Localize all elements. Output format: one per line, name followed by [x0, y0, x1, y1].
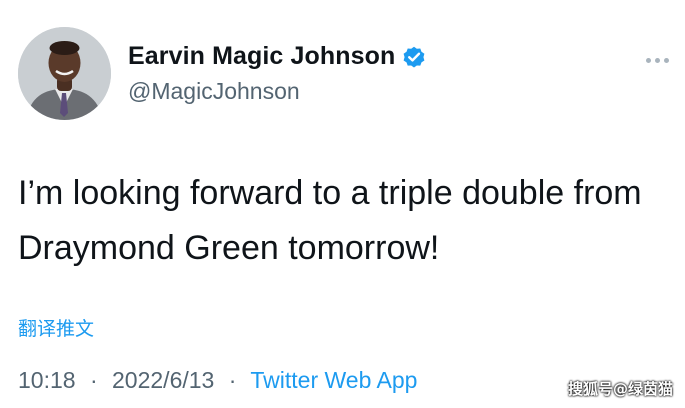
author-display-name[interactable]: Earvin Magic Johnson	[128, 42, 395, 71]
meta-separator: ·	[89, 367, 98, 393]
more-dot	[646, 57, 651, 63]
more-dot	[655, 57, 660, 63]
avatar-image	[18, 27, 111, 120]
watermark: 搜狐号@绿茵猫	[567, 380, 673, 398]
meta-separator: ·	[228, 367, 237, 393]
author-handle[interactable]: @MagicJohnson	[128, 78, 300, 105]
verified-badge-icon	[401, 44, 427, 70]
avatar[interactable]	[18, 27, 111, 120]
tweet-meta: 10:18 · 2022/6/13 · Twitter Web App	[18, 367, 417, 394]
translate-tweet-link[interactable]: 翻译推文	[18, 314, 94, 341]
tweet-time[interactable]: 10:18	[18, 367, 76, 393]
more-dot	[664, 57, 669, 63]
author-name-row: Earvin Magic Johnson	[128, 42, 427, 71]
tweet-text: I’m looking forward to a triple double f…	[18, 174, 642, 267]
tweet-date[interactable]: 2022/6/13	[112, 367, 214, 393]
more-dots-icon[interactable]	[646, 55, 676, 65]
tweet-source-link[interactable]: Twitter Web App	[250, 367, 417, 393]
